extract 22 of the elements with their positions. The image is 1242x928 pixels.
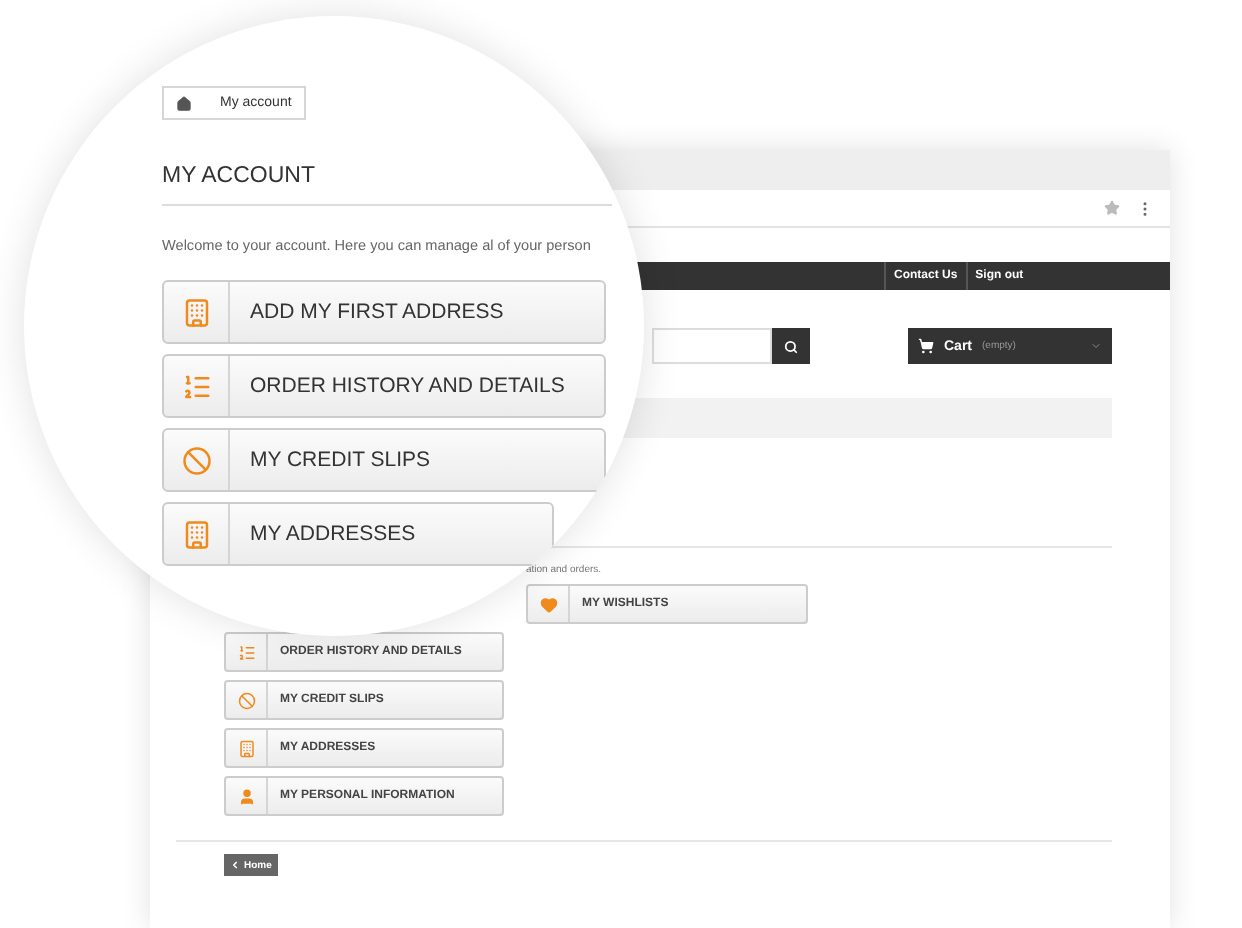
caret-icon: [1090, 340, 1102, 352]
account-link-button[interactable]: MY CREDIT SLIPS: [162, 428, 606, 492]
building-icon: [237, 739, 255, 757]
search-field[interactable]: [652, 328, 772, 364]
account-link-button[interactable]: ADD MY FIRST ADDRESS: [162, 280, 606, 344]
account-link-button[interactable]: ORDER HISTORY AND DETAILS: [162, 354, 606, 418]
chevron-left-icon: [230, 860, 240, 870]
list-icon: [237, 643, 255, 661]
search-icon: [784, 339, 798, 353]
list-icon: [181, 371, 211, 401]
account-link-button[interactable]: MY ADDRESSES: [162, 502, 554, 566]
heart-icon: [539, 595, 557, 613]
star-icon[interactable]: [1104, 200, 1120, 216]
building-icon: [181, 297, 211, 327]
cart-icon: [918, 338, 934, 354]
building-icon: [181, 519, 211, 549]
person-icon: [237, 787, 255, 805]
ban-icon: [181, 445, 211, 475]
page-title: MY ACCOUNT: [162, 164, 315, 188]
home-icon: [176, 95, 192, 111]
search-button[interactable]: [772, 328, 810, 364]
ban-icon: [237, 691, 255, 709]
